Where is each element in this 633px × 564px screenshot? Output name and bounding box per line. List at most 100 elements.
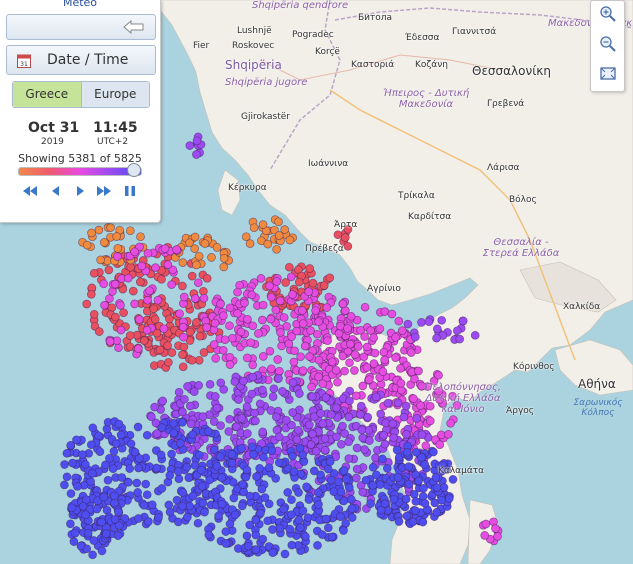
strike-dot [258,220,268,229]
strike-dot [394,517,404,526]
strike-dot [183,512,192,522]
strike-dot [97,517,106,527]
map-label: Gjirokastër [241,112,291,122]
strike-dot [304,495,314,504]
strike-dot [347,513,357,522]
strike-dot [132,478,142,488]
strike-dot [259,452,268,462]
strike-dot [248,372,258,382]
strike-dot [360,302,370,312]
strike-dot [123,273,133,283]
strike-dot [250,408,259,418]
zoom-out-icon[interactable] [599,35,617,53]
strike-dot [274,217,283,227]
strike-dot [327,532,337,542]
tab-europe[interactable]: Europe [81,82,149,107]
strike-dot [86,289,96,299]
showing-prefix: Showing [18,152,65,165]
map-label: Roskovec [232,41,275,51]
strike-dot [314,355,324,365]
strike-dot [288,378,298,388]
map-label: Λάρισα [487,163,520,173]
strike-dot [269,384,279,394]
strike-dot [263,516,273,526]
strike-dot [341,474,351,484]
strike-dot [175,309,184,319]
strike-dot [143,248,153,258]
strike-dot [313,541,322,550]
strike-dot [356,410,365,419]
time-slider-handle[interactable] [127,163,141,177]
strike-dot [243,314,252,324]
strike-dot [321,514,331,524]
strike-dot [86,440,96,450]
strike-dot [216,378,226,388]
strike-dot [293,425,303,435]
zoom-in-icon[interactable] [599,5,617,23]
strike-dot [336,439,346,449]
strike-dot [217,473,227,483]
strike-dot [60,460,69,469]
pause-icon[interactable] [122,183,138,199]
strike-dot [408,517,418,527]
zoom-extent-icon[interactable] [599,65,617,83]
strike-dot [219,311,228,321]
strike-dot [264,463,274,473]
strike-dot [275,296,285,306]
current-year: 2019 [41,137,64,147]
strike-dot [87,228,96,238]
strike-dot [145,286,154,296]
strike-dot [275,366,284,376]
tab-greece[interactable]: Greece [13,82,82,107]
strike-dot [289,467,299,476]
strike-dot [256,508,265,518]
strike-dot [278,386,287,396]
time-slider-track[interactable] [18,167,142,176]
strike-dot [152,463,161,473]
strike-dot [258,427,268,437]
collapse-panel-button[interactable] [6,14,156,40]
strike-dot [125,464,135,473]
strike-dot [287,510,296,520]
strike-dot [178,322,188,332]
strike-dot [88,469,97,478]
strike-dot [306,326,315,335]
strike-dot [205,379,215,389]
strike-dot [288,290,297,299]
strike-dot [227,333,237,343]
strike-dot [354,342,363,351]
strike-dot [207,253,216,262]
map-label: Θεσσαλία - Στερεά Ελλάδα [482,237,560,259]
strike-dot [332,432,341,442]
step-forward-icon[interactable] [72,183,88,199]
strike-dot [344,483,354,492]
strike-dot [203,427,213,436]
fast-forward-icon[interactable] [96,183,112,199]
strike-dot [344,454,354,463]
strike-dot [302,482,311,492]
strike-dot [295,389,304,398]
strike-dot [287,540,297,550]
strike-dot [142,430,152,440]
datetime-button[interactable]: 31 Date / Time [6,45,156,75]
strike-dot [306,440,316,449]
strike-dot [178,258,188,267]
strike-dot [200,239,210,248]
strike-dot [402,430,411,439]
strike-dot [216,421,225,430]
strike-dot [211,354,221,363]
map-label: Shqipëria [225,58,282,72]
strike-dot [82,240,92,250]
step-back-icon[interactable] [48,183,64,199]
strike-dot [176,438,185,448]
strike-dot [225,414,235,424]
rewind-icon[interactable] [22,183,38,199]
strike-dot [212,461,222,471]
strike-dot [333,230,343,240]
strike-dot [248,321,258,331]
strike-dot [229,493,239,503]
strike-dot [188,491,198,501]
strike-dot [219,262,229,272]
strike-dot [380,499,390,508]
strike-dot [133,344,143,354]
